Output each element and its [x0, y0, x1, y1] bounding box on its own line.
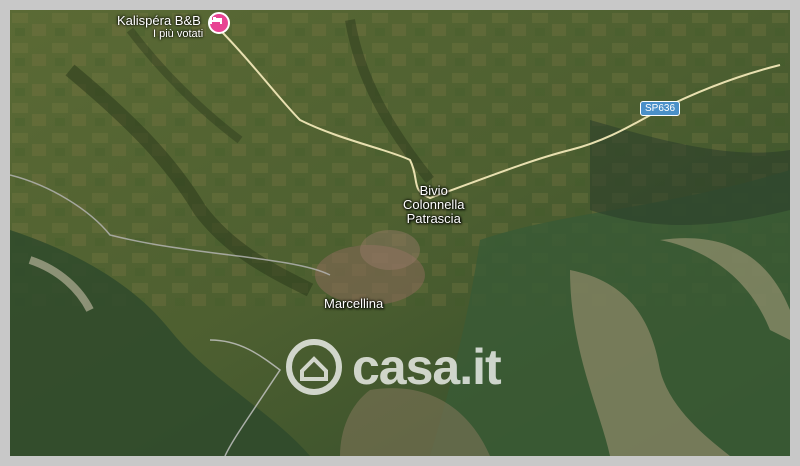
- poi-name[interactable]: Kalispéra B&B: [117, 13, 201, 28]
- watermark-brand: casa.it: [352, 339, 502, 395]
- road-shield-sp636: SP636: [640, 101, 681, 116]
- watermark: casa.it: [286, 338, 502, 396]
- place-label-marcellina[interactable]: Marcellina: [324, 297, 383, 311]
- place-label-line: Marcellina: [324, 296, 384, 311]
- map-canvas[interactable]: Kalispéra B&B I più votati SP636 Bivio C…: [10, 10, 790, 456]
- poi-subtitle: I più votati: [153, 28, 204, 40]
- place-label-line: Patrascia: [406, 211, 461, 226]
- place-label-line: Bivio: [419, 183, 448, 198]
- place-label-line: Colonnella: [403, 197, 465, 212]
- bed-icon[interactable]: [208, 12, 230, 34]
- place-label-bivio[interactable]: Bivio Colonnella Patrascia: [403, 184, 464, 226]
- house-logo-icon: [286, 339, 342, 395]
